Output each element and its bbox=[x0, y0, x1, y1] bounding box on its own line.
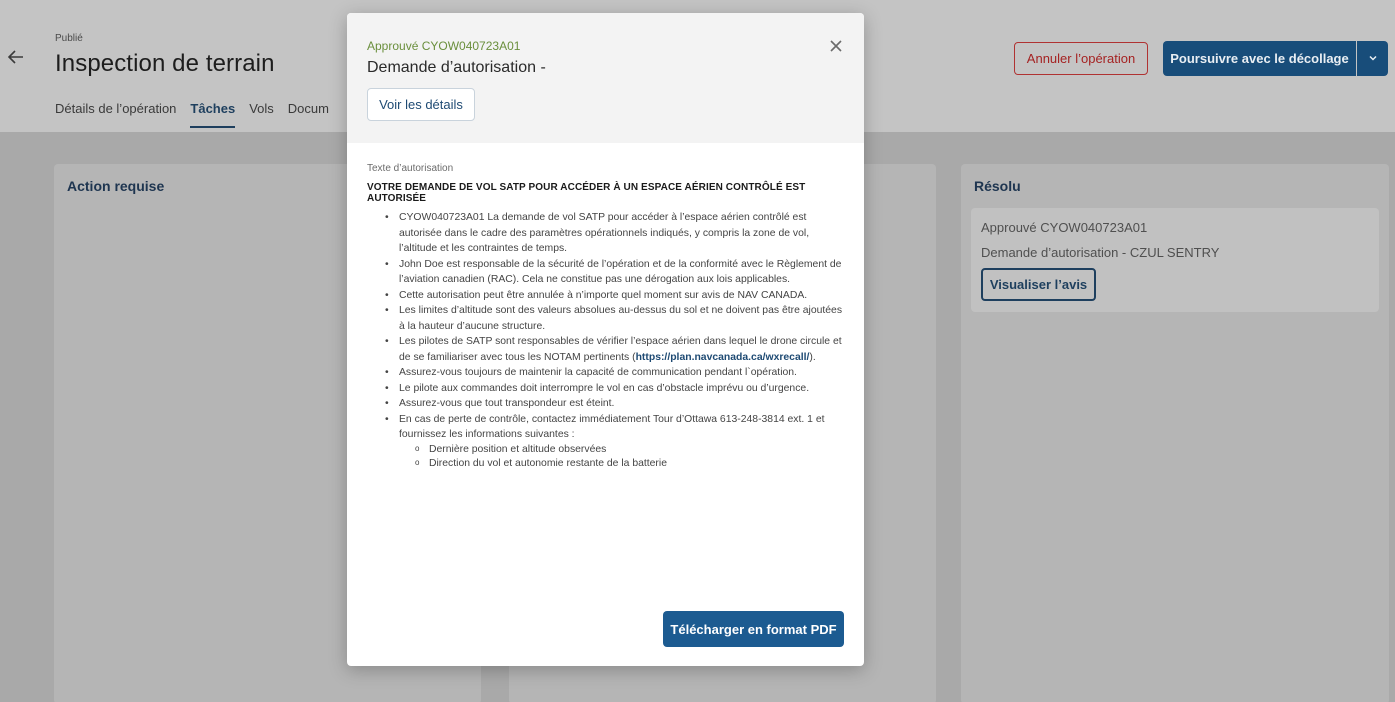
tab-tasks[interactable]: Tâches bbox=[190, 101, 236, 128]
authorization-modal: Approuvé CYOW040723A01 Demande d’autoris… bbox=[347, 13, 864, 666]
list-item-text: En cas de perte de contrôle, contactez i… bbox=[399, 413, 825, 441]
list-item: Assurez-vous que tout transpondeur est é… bbox=[383, 396, 847, 412]
list-item: Le pilote aux commandes doit interrompre… bbox=[383, 381, 847, 397]
column-title: Résolu bbox=[974, 178, 1021, 194]
list-item-text: ). bbox=[809, 351, 816, 363]
tab-operation-details[interactable]: Détails de l’opération bbox=[55, 101, 176, 128]
list-item: Les pilotes de SATP sont responsables de… bbox=[383, 334, 847, 365]
modal-body: Texte d’autorisation VOTRE DEMANDE DE VO… bbox=[367, 163, 847, 471]
task-card: Approuvé CYOW040723A01 Demande d’autoris… bbox=[971, 208, 1379, 312]
operation-status: Publié bbox=[55, 33, 83, 44]
modal-status: Approuvé CYOW040723A01 bbox=[367, 39, 521, 53]
download-pdf-button[interactable]: Télécharger en format PDF bbox=[663, 611, 844, 647]
tab-documents[interactable]: Docum bbox=[288, 101, 329, 128]
tab-flights[interactable]: Vols bbox=[249, 101, 274, 128]
proceed-options-button[interactable] bbox=[1357, 41, 1388, 76]
list-item: John Doe est responsable de la sécurité … bbox=[383, 257, 847, 288]
notam-link[interactable]: https://plan.navcanada.ca/wxrecall/ bbox=[636, 352, 810, 363]
list-item: En cas de perte de contrôle, contactez i… bbox=[383, 412, 847, 471]
task-name: Demande d’autorisation - CZUL SENTRY bbox=[981, 245, 1220, 260]
sub-list: Dernière position et altitude observées … bbox=[399, 442, 847, 471]
back-arrow-icon[interactable] bbox=[6, 47, 26, 67]
authorization-list: CYOW040723A01 La demande de vol SATP pou… bbox=[367, 210, 847, 471]
list-item: Les limites d’altitude sont des valeurs … bbox=[383, 303, 847, 334]
view-notice-button[interactable]: Visualiser l’avis bbox=[981, 268, 1096, 301]
sub-list-item: Dernière position et altitude observées bbox=[415, 442, 847, 457]
view-details-button[interactable]: Voir les détails bbox=[367, 88, 475, 121]
close-icon[interactable] bbox=[827, 37, 845, 55]
task-status: Approuvé CYOW040723A01 bbox=[981, 220, 1148, 235]
page-title: Inspection de terrain bbox=[55, 50, 275, 77]
proceed-takeoff-button[interactable]: Poursuivre avec le décollage bbox=[1163, 41, 1356, 76]
list-item: Assurez-vous toujours de maintenir la ca… bbox=[383, 365, 847, 381]
modal-header: Approuvé CYOW040723A01 Demande d’autoris… bbox=[347, 13, 864, 143]
tab-bar: Détails de l’opération Tâches Vols Docum bbox=[55, 101, 329, 128]
column-title: Action requise bbox=[67, 178, 165, 194]
authorization-text-label: Texte d’autorisation bbox=[367, 163, 454, 174]
chevron-down-icon bbox=[1368, 50, 1378, 68]
column-resolved: Résolu Approuvé CYOW040723A01 Demande d’… bbox=[961, 164, 1389, 702]
modal-title: Demande d’autorisation - bbox=[367, 59, 546, 76]
list-item: Cette autorisation peut être annulée à n… bbox=[383, 288, 847, 304]
authorization-heading: VOTRE DEMANDE DE VOL SATP POUR ACCÉDER À… bbox=[367, 182, 806, 204]
list-item: CYOW040723A01 La demande de vol SATP pou… bbox=[383, 210, 847, 257]
cancel-operation-button[interactable]: Annuler l’opération bbox=[1014, 42, 1148, 75]
sub-list-item: Direction du vol et autonomie restante d… bbox=[415, 456, 847, 471]
